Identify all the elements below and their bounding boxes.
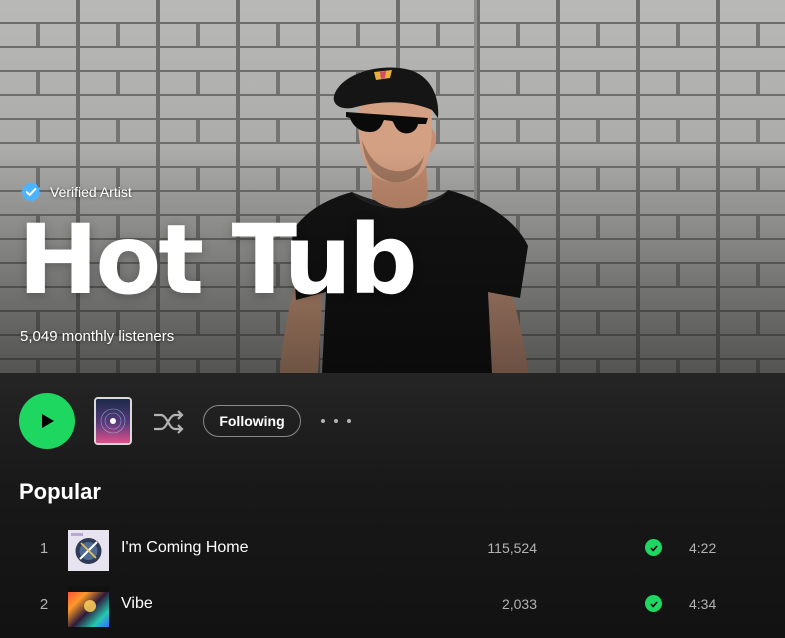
artist-hero-banner: Verified Artist Hot Tub 5,049 monthly li… bbox=[0, 0, 785, 373]
track-cover bbox=[68, 586, 109, 627]
track-row[interactable]: 2 Vibe 2,033 4:34 bbox=[0, 578, 785, 634]
artist-content: Following Popular 1 I'm Coming Home 115,… bbox=[0, 373, 785, 638]
artist-name: Hot Tub bbox=[18, 204, 418, 316]
play-icon bbox=[42, 414, 54, 428]
monthly-listeners: 5,049 monthly listeners bbox=[20, 328, 175, 345]
track-row[interactable]: 1 I'm Coming Home 115,524 4:22 bbox=[0, 522, 785, 578]
album-art-icon bbox=[96, 399, 130, 443]
track-play-count: 115,524 bbox=[487, 540, 537, 556]
track-number: 2 bbox=[39, 596, 49, 613]
track-duration: 4:22 bbox=[689, 540, 717, 556]
cover-art-icon bbox=[68, 530, 109, 571]
more-dot bbox=[347, 419, 351, 423]
verified-artist-label: Verified Artist bbox=[20, 181, 132, 203]
verified-artist-text: Verified Artist bbox=[50, 184, 132, 200]
following-button[interactable]: Following bbox=[203, 405, 301, 437]
more-options-icon[interactable] bbox=[321, 411, 351, 431]
play-button[interactable] bbox=[19, 393, 75, 449]
saved-check-icon[interactable] bbox=[645, 595, 662, 612]
track-number: 1 bbox=[39, 540, 49, 557]
popular-section-title: Popular bbox=[19, 479, 101, 504]
cover-art-icon bbox=[68, 586, 109, 627]
track-play-count: 2,033 bbox=[501, 596, 537, 612]
track-cover bbox=[68, 530, 109, 571]
more-dot bbox=[334, 419, 338, 423]
track-title[interactable]: I'm Coming Home bbox=[121, 539, 249, 557]
verified-badge-icon bbox=[21, 181, 41, 202]
track-duration: 4:34 bbox=[689, 596, 717, 612]
check-icon bbox=[649, 544, 658, 552]
saved-check-icon[interactable] bbox=[645, 539, 662, 556]
latest-release-thumbnail[interactable] bbox=[94, 397, 132, 445]
more-dot bbox=[321, 419, 325, 423]
shuffle-icon[interactable] bbox=[151, 407, 185, 437]
track-title[interactable]: Vibe bbox=[121, 595, 153, 613]
check-icon bbox=[649, 600, 658, 608]
